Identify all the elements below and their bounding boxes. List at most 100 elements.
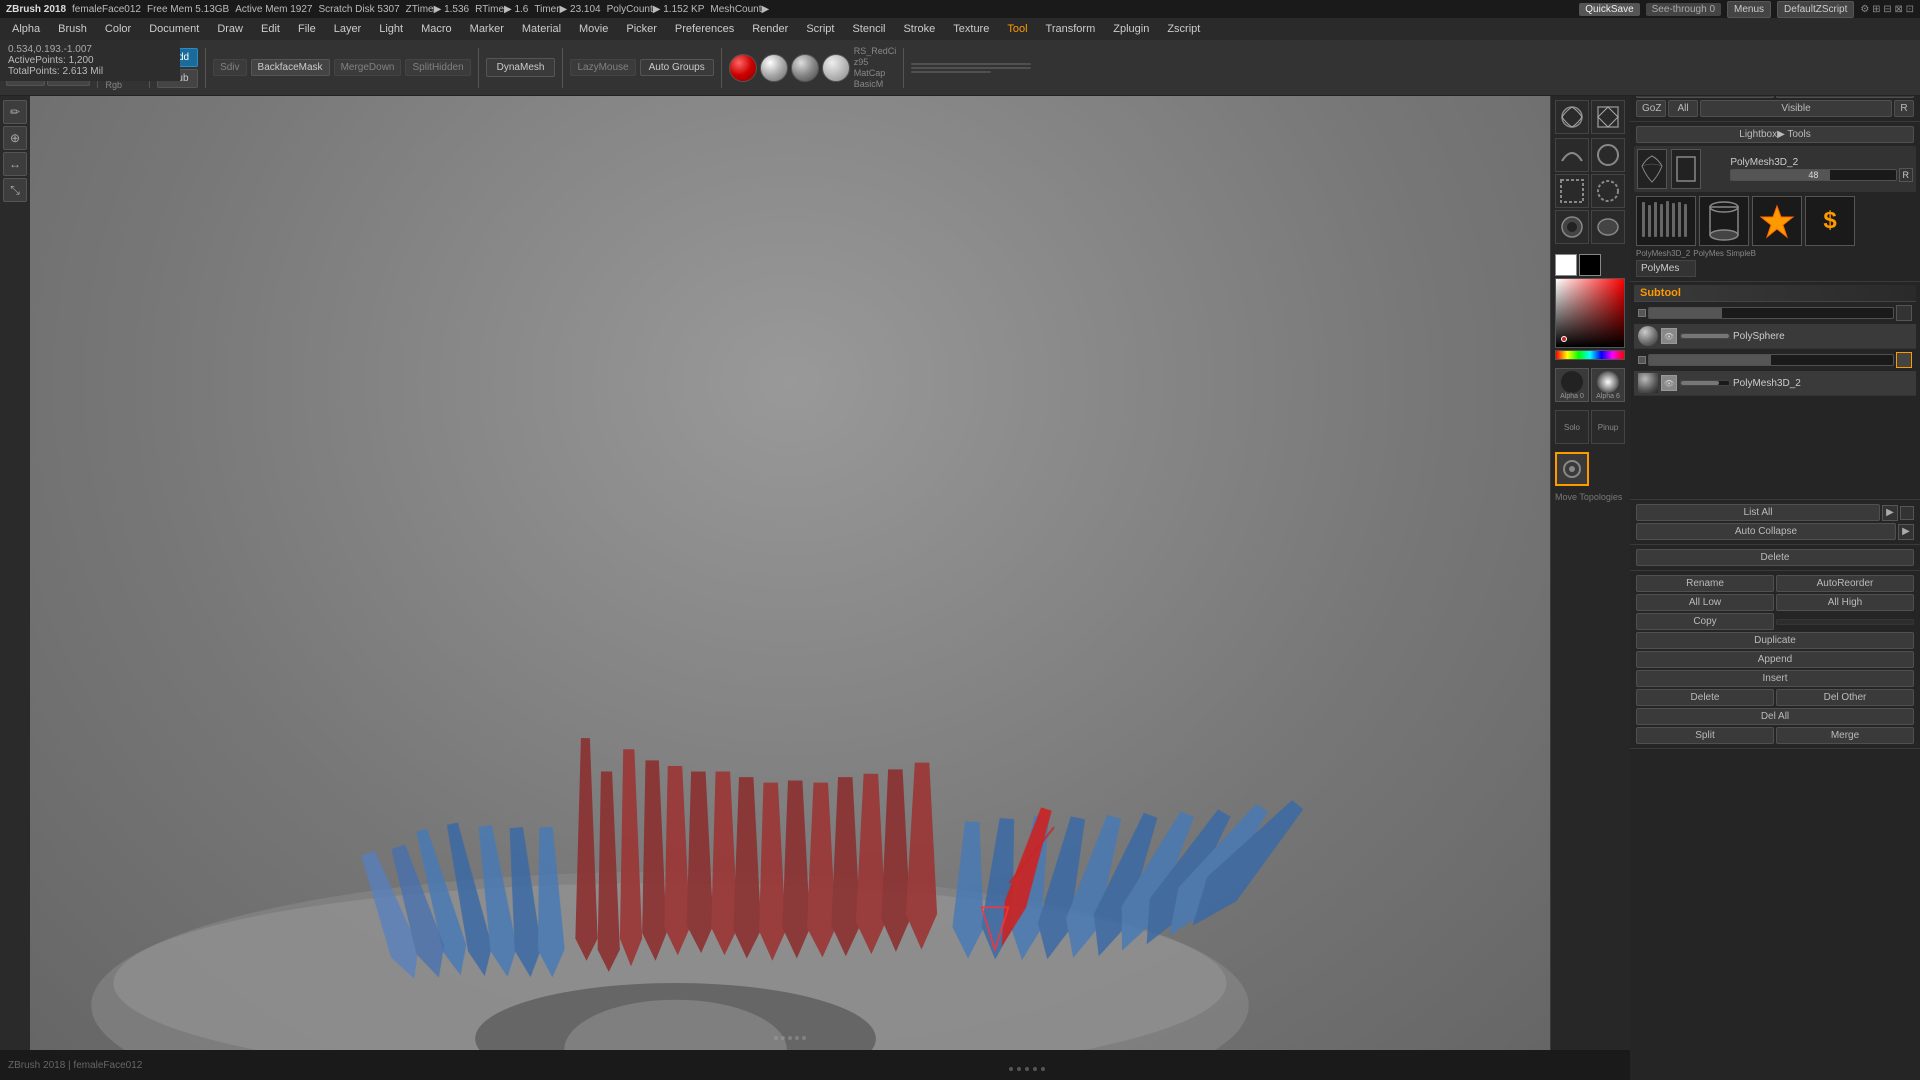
menu-alpha[interactable]: Alpha <box>4 21 48 37</box>
list-all-arrow[interactable]: ▶ <box>1882 505 1898 521</box>
split-button[interactable]: Split <box>1636 727 1774 744</box>
matcap-matcap[interactable] <box>791 54 819 82</box>
autoreorder-button[interactable]: AutoReorder <box>1776 575 1914 592</box>
delete-button[interactable]: Delete <box>1636 549 1914 566</box>
split-hidden-button[interactable]: SplitHidden <box>405 59 470 76</box>
alpha-6-icon[interactable]: Alpha 6 <box>1591 368 1625 402</box>
backface-mask-button[interactable]: BackfaceMask <box>251 59 330 76</box>
simple-brush-icon[interactable]: $ <box>1805 196 1855 246</box>
menu-preferences[interactable]: Preferences <box>667 21 742 37</box>
polymesh-brush-preview[interactable] <box>1636 196 1696 246</box>
sdiv-button[interactable]: Sdiv <box>213 59 246 76</box>
black-color-swatch[interactable] <box>1579 254 1601 276</box>
menu-color[interactable]: Color <box>97 21 139 37</box>
maskear-icon[interactable] <box>1591 210 1625 244</box>
subtool-polymesh-item[interactable]: 👁 PolyMesh3D_2 <box>1634 371 1916 396</box>
menu-zscript[interactable]: Zscript <box>1159 21 1208 37</box>
basic-matcap[interactable] <box>822 54 850 82</box>
r-button[interactable]: R <box>1894 100 1914 117</box>
alpha-0-icon[interactable]: Alpha 0 <box>1555 368 1589 402</box>
auto-collapse-arrow[interactable]: ▶ <box>1898 524 1914 540</box>
menu-script[interactable]: Script <box>798 21 842 37</box>
see-through-control[interactable]: See-through 0 <box>1646 3 1721 16</box>
copy-subtool-button[interactable]: Copy <box>1636 613 1774 630</box>
polymesh-thumb-2[interactable] <box>1671 149 1701 189</box>
all-low-button[interactable]: All Low <box>1636 594 1774 611</box>
cylinder-brush-icon[interactable] <box>1699 196 1749 246</box>
white-color-swatch[interactable] <box>1555 254 1577 276</box>
left-select-tool[interactable]: ⊕ <box>3 126 27 150</box>
subtool-polysphere-item[interactable]: 👁 PolySphere <box>1634 324 1916 349</box>
quicksave-button[interactable]: QuickSave <box>1579 3 1639 16</box>
dynamesh-button[interactable]: DynaMesh <box>486 58 556 77</box>
list-all-toggle[interactable] <box>1900 506 1914 520</box>
polysphere-eye[interactable]: 👁 <box>1661 328 1677 344</box>
z95-matcap[interactable] <box>760 54 788 82</box>
menu-macro[interactable]: Macro <box>413 21 460 37</box>
default-zscript-button[interactable]: DefaultZScript <box>1777 1 1854 18</box>
menu-zplugin[interactable]: Zplugin <box>1105 21 1157 37</box>
visible-button[interactable]: Visible <box>1700 100 1892 117</box>
clip-circ2-icon[interactable] <box>1591 138 1625 172</box>
merge-button[interactable]: Merge <box>1776 727 1914 744</box>
menu-render[interactable]: Render <box>744 21 796 37</box>
subtool-toggle2[interactable] <box>1896 352 1912 368</box>
append-subtool-button[interactable]: Append <box>1636 651 1914 668</box>
left-scale-tool[interactable]: ⤡ <box>3 178 27 202</box>
menu-edit[interactable]: Edit <box>253 21 288 37</box>
subtool-slider1[interactable] <box>1648 307 1894 319</box>
menu-picker[interactable]: Picker <box>618 21 665 37</box>
menu-transform[interactable]: Transform <box>1038 21 1104 37</box>
menus-button[interactable]: Menus <box>1727 1 1771 18</box>
merge-down-button[interactable]: MergeDown <box>334 59 402 76</box>
polymesh-eye[interactable]: 👁 <box>1661 375 1677 391</box>
select-a-icon[interactable] <box>1555 174 1589 208</box>
polymesh-vis-slider[interactable] <box>1680 380 1730 386</box>
menu-file[interactable]: File <box>290 21 324 37</box>
all-button[interactable]: All <box>1668 100 1698 117</box>
lightbox-tools-button[interactable]: Lightbox▶ Tools <box>1636 126 1914 143</box>
hue-strip[interactable] <box>1555 350 1625 360</box>
3d-viewport[interactable] <box>30 96 1550 1050</box>
polymesh-r-btn[interactable]: R <box>1899 168 1914 182</box>
list-all-button[interactable]: List All <box>1636 504 1880 521</box>
delete-subtool-button[interactable]: Delete <box>1636 689 1774 706</box>
solo-icon[interactable]: Solo <box>1555 410 1589 444</box>
del-other-button[interactable]: Del Other <box>1776 689 1914 706</box>
menu-light[interactable]: Light <box>371 21 411 37</box>
select-r-icon[interactable] <box>1591 174 1625 208</box>
duplicate-button[interactable]: Duplicate <box>1636 632 1914 649</box>
pinup-icon[interactable]: Pinup <box>1591 410 1625 444</box>
paste-subtool-button[interactable] <box>1776 619 1914 625</box>
menu-material[interactable]: Material <box>514 21 569 37</box>
color-picker[interactable] <box>1555 278 1625 348</box>
menu-texture[interactable]: Texture <box>945 21 997 37</box>
menu-draw[interactable]: Draw <box>209 21 251 37</box>
polymesh-thumb-1[interactable] <box>1637 149 1667 189</box>
subtool-item2-expand[interactable] <box>1638 356 1646 364</box>
rename-button[interactable]: Rename <box>1636 575 1774 592</box>
mask-polygroups-slider[interactable]: Mask By Polygroups 0 <box>911 67 1031 69</box>
menu-brush[interactable]: Brush <box>50 21 95 37</box>
goz-button[interactable]: GoZ <box>1636 100 1666 117</box>
menu-layer[interactable]: Layer <box>326 21 370 37</box>
clip-curv-icon[interactable] <box>1555 138 1589 172</box>
insert-button[interactable]: Insert <box>1636 670 1914 687</box>
auto-groups-button[interactable]: Auto Groups <box>640 59 714 76</box>
polymes-label[interactable]: PolyMes <box>1636 260 1696 277</box>
resolution-slider[interactable]: Resolution 128 <box>911 71 991 73</box>
auto-collapse-button[interactable]: Auto Collapse <box>1636 523 1896 540</box>
lazy-mouse-button[interactable]: LazyMouse <box>570 59 635 76</box>
clip-rect-icon[interactable] <box>1591 100 1625 134</box>
subtool-slider2[interactable] <box>1648 354 1894 366</box>
menu-stencil[interactable]: Stencil <box>844 21 893 37</box>
rs-red-matcap[interactable] <box>729 54 757 82</box>
dragdot-icon[interactable] <box>1555 452 1589 486</box>
all-high-button[interactable]: All High <box>1776 594 1914 611</box>
subtool-expand-btn[interactable] <box>1638 309 1646 317</box>
clip-circ-icon[interactable] <box>1555 100 1589 134</box>
subtool-toggle1[interactable] <box>1896 305 1912 321</box>
polymesh-value-slider[interactable]: 48 <box>1730 169 1896 181</box>
maskerp-icon[interactable] <box>1555 210 1589 244</box>
del-all-button[interactable]: Del All <box>1636 708 1914 725</box>
